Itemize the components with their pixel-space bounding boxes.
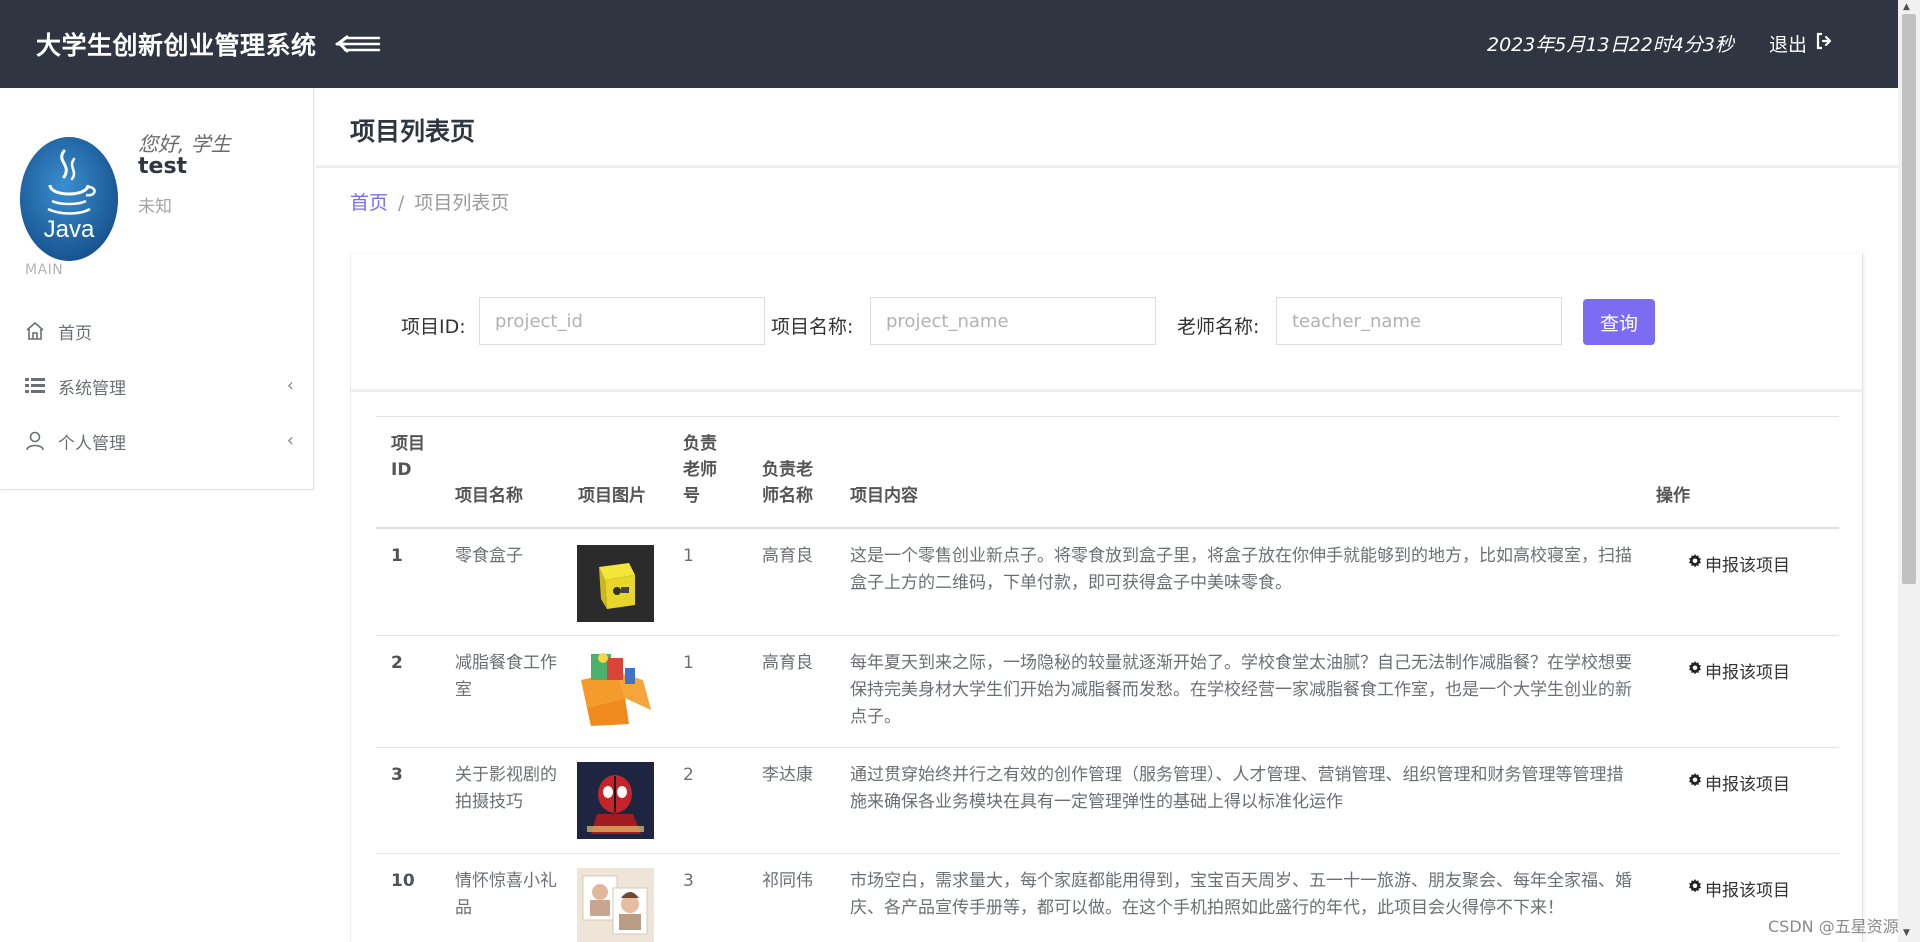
sidebar-section-label: MAIN bbox=[25, 262, 64, 278]
sidebar-item-label: 首页 bbox=[58, 323, 92, 344]
gear-icon bbox=[1687, 878, 1703, 899]
search-form: 项目ID: 项目名称: 老师名称: 查询 bbox=[351, 254, 1864, 392]
cell-name: 情怀惊喜小礼品 bbox=[455, 871, 557, 918]
table-row: 10 情怀惊喜小礼品 3 祁同伟 市场空白，需求量大，每个家庭都能用得到，宝宝百… bbox=[376, 854, 1839, 942]
search-button[interactable]: 查询 bbox=[1583, 299, 1655, 345]
menu-toggle-icon[interactable] bbox=[335, 30, 383, 58]
datetime-display: 2023年5月13日22时4分3秒 bbox=[1487, 34, 1734, 56]
sidebar-item-label: 个人管理 bbox=[58, 433, 126, 454]
home-icon bbox=[24, 320, 46, 342]
cell-teacher-no: 1 bbox=[683, 546, 694, 566]
gear-icon bbox=[1687, 772, 1703, 793]
col-header-image: 项目图片 bbox=[578, 486, 646, 506]
list-icon bbox=[24, 375, 46, 397]
cell-id: 10 bbox=[391, 871, 415, 891]
cell-teacher-name: 高育良 bbox=[762, 546, 813, 566]
breadcrumb-current: 项目列表页 bbox=[414, 192, 510, 214]
cell-name: 零食盒子 bbox=[455, 546, 523, 566]
cell-content: 市场空白，需求量大，每个家庭都能用得到，宝宝百天周岁、五一十一旅游、朋友聚会、每… bbox=[850, 871, 1632, 918]
cell-content: 通过贯穿始终并行之有效的创作管理（服务管理）、人才管理、营销管理、组织管理和财务… bbox=[850, 765, 1624, 812]
cell-id: 3 bbox=[391, 765, 403, 785]
apply-project-button[interactable]: 申报该项目 bbox=[1687, 770, 1790, 795]
user-icon bbox=[24, 430, 46, 452]
table-row: 3 关于影视剧的拍摄技巧 2 李达康 通过贯穿始终并行之有效的创作管理（服务管理… bbox=[376, 748, 1839, 854]
cell-name: 关于影视剧的拍摄技巧 bbox=[455, 765, 557, 812]
chevron-left-icon: ‹ bbox=[286, 375, 294, 396]
breadcrumb: 首页 / 项目列表页 bbox=[350, 188, 509, 215]
sidebar-item-system[interactable]: 系统管理 ‹ bbox=[24, 369, 294, 403]
project-image bbox=[577, 868, 654, 942]
greeting-text: 您好, 学生 bbox=[138, 132, 231, 156]
cell-teacher-no: 3 bbox=[683, 871, 694, 891]
cell-name: 减脂餐食工作室 bbox=[455, 653, 557, 700]
cell-id: 1 bbox=[391, 546, 403, 566]
table-row: 1 零食盒子 1 高育良 这是一个零售创业新点子。将零食放到盒子里，将盒子放在你… bbox=[376, 529, 1839, 636]
apply-project-label: 申报该项目 bbox=[1705, 775, 1790, 795]
teacher-name-label: 老师名称: bbox=[1177, 316, 1260, 338]
page-title: 项目列表页 bbox=[350, 117, 476, 146]
top-header: 大学生创新创业管理系统 2023年5月13日22时4分3秒 退出 bbox=[0, 0, 1898, 88]
app-title: 大学生创新创业管理系统 bbox=[36, 31, 317, 60]
teacher-name-input[interactable] bbox=[1276, 297, 1562, 345]
sidebar: Java 您好, 学生 test 未知 MAIN 首页 系统管理 ‹ 个人管理 … bbox=[0, 88, 314, 490]
cell-teacher-name: 李达康 bbox=[762, 765, 813, 785]
watermark-text: CSDN @五星资源 bbox=[1768, 917, 1899, 936]
avatar: Java bbox=[20, 137, 118, 261]
cell-content: 每年夏天到来之际，一场隐秘的较量就逐渐开始了。学校食堂太油腻？自己无法制作减脂餐… bbox=[850, 653, 1632, 727]
project-id-label: 项目ID: bbox=[401, 316, 466, 338]
scroll-up-arrow-icon[interactable]: ▲ bbox=[1903, 2, 1910, 12]
apply-project-label: 申报该项目 bbox=[1705, 556, 1790, 576]
breadcrumb-home-link[interactable]: 首页 bbox=[350, 192, 388, 214]
table-row: 2 减脂餐食工作室 1 高育良 每年夏天到来之际，一场隐秘的较量就逐渐开始了。学… bbox=[376, 636, 1839, 748]
logout-label: 退出 bbox=[1769, 34, 1808, 56]
breadcrumb-separator: / bbox=[398, 192, 405, 214]
username: test bbox=[138, 154, 188, 179]
cell-content: 这是一个零售创业新点子。将零食放到盒子里，将盒子放在你伸手就能够到的地方，比如高… bbox=[850, 546, 1632, 593]
apply-project-label: 申报该项目 bbox=[1705, 881, 1790, 901]
user-status: 未知 bbox=[138, 197, 172, 217]
sidebar-item-home[interactable]: 首页 bbox=[24, 314, 294, 348]
scroll-down-arrow-icon[interactable]: ▼ bbox=[1903, 928, 1910, 938]
table-header: 项目 ID 项目名称 项目图片 负责 老师 号 负责老 师名称 项目内容 操作 bbox=[376, 416, 1839, 529]
cell-teacher-name: 祁同伟 bbox=[762, 871, 813, 891]
sidebar-item-label: 系统管理 bbox=[58, 378, 126, 399]
page-title-bar: 项目列表页 bbox=[316, 88, 1898, 168]
col-header-content: 项目内容 bbox=[850, 486, 918, 506]
project-image bbox=[577, 650, 654, 727]
cell-teacher-no: 2 bbox=[683, 765, 694, 785]
apply-project-button[interactable]: 申报该项目 bbox=[1687, 551, 1790, 576]
col-header-teacher-name: 负责老 师名称 bbox=[762, 460, 813, 506]
logout-button[interactable]: 退出 bbox=[1769, 30, 1833, 57]
project-image bbox=[577, 762, 654, 839]
sidebar-item-personal[interactable]: 个人管理 ‹ bbox=[24, 424, 294, 458]
project-id-input[interactable] bbox=[479, 297, 765, 345]
sign-out-icon bbox=[1815, 32, 1833, 55]
col-header-teacher-no: 负责 老师 号 bbox=[683, 434, 717, 506]
project-table: 项目 ID 项目名称 项目图片 负责 老师 号 负责老 师名称 项目内容 操作 … bbox=[376, 416, 1839, 942]
col-header-action: 操作 bbox=[1656, 486, 1690, 506]
project-image bbox=[577, 545, 654, 622]
cell-teacher-no: 1 bbox=[683, 653, 694, 673]
cell-id: 2 bbox=[391, 653, 403, 673]
col-header-name: 项目名称 bbox=[455, 486, 523, 506]
project-name-input[interactable] bbox=[870, 297, 1156, 345]
avatar-label: Java bbox=[44, 216, 95, 243]
content-card: 项目ID: 项目名称: 老师名称: 查询 项目 ID 项目名称 项目图片 负责 … bbox=[350, 254, 1864, 942]
col-header-id: 项目 ID bbox=[391, 434, 425, 480]
cell-teacher-name: 高育良 bbox=[762, 653, 813, 673]
scrollbar-thumb[interactable] bbox=[1902, 14, 1916, 584]
project-name-label: 项目名称: bbox=[771, 316, 854, 338]
apply-project-button[interactable]: 申报该项目 bbox=[1687, 658, 1790, 683]
chevron-left-icon: ‹ bbox=[286, 430, 294, 451]
gear-icon bbox=[1687, 660, 1703, 681]
apply-project-button[interactable]: 申报该项目 bbox=[1687, 876, 1790, 901]
gear-icon bbox=[1687, 553, 1703, 574]
apply-project-label: 申报该项目 bbox=[1705, 663, 1790, 683]
